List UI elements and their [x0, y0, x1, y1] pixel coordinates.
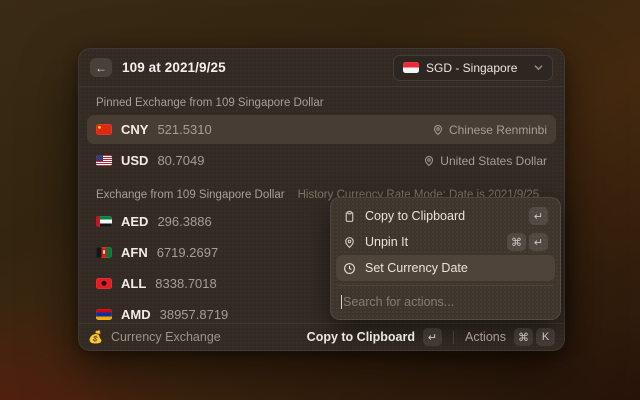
k-key-badge: K — [536, 328, 555, 346]
china-flag-icon — [96, 124, 112, 135]
menu-item-set-currency-date[interactable]: Set Currency Date — [336, 255, 555, 281]
menu-item-label: Copy to Clipboard — [365, 209, 520, 223]
clipboard-icon — [343, 210, 356, 223]
singapore-flag-icon — [403, 62, 419, 73]
section-title: Pinned Exchange from 109 Singapore Dolla… — [96, 97, 324, 109]
menu-item-copy-to-clipboard[interactable]: Copy to Clipboard ↵ — [336, 203, 555, 229]
menu-divider — [338, 285, 553, 286]
currency-value: 6719.2697 — [157, 245, 218, 260]
footer-separator — [453, 331, 454, 344]
shortcut-keys: ⌘ ↵ — [507, 233, 548, 251]
row-accessory: Chinese Renminbi — [432, 123, 547, 137]
clock-icon — [343, 262, 356, 275]
list-item-cny[interactable]: CNY 521.5310 Chinese Renminbi — [87, 115, 556, 144]
currency-value: 8338.7018 — [155, 276, 216, 291]
currency-exchange-app-icon: 💰 — [88, 331, 103, 343]
enter-key-badge: ↵ — [529, 233, 548, 251]
actions-search[interactable] — [336, 290, 555, 314]
currency-code: USD — [121, 153, 148, 168]
currency-code: CNY — [121, 122, 148, 137]
back-button[interactable]: ← — [90, 58, 112, 77]
currency-value: 521.5310 — [157, 122, 211, 137]
footer-primary-action[interactable]: Copy to Clipboard — [307, 330, 415, 344]
raycast-window: ← 109 at 2021/9/25 SGD - Singapore Pinne… — [78, 48, 565, 351]
currency-code: ALL — [121, 276, 146, 291]
footer: 💰 Currency Exchange Copy to Clipboard ↵ … — [79, 323, 564, 350]
chevron-down-icon — [534, 63, 543, 72]
united-states-flag-icon — [96, 155, 112, 166]
section-title: Exchange from 109 Singapore Dollar — [96, 189, 285, 201]
text-caret — [341, 295, 342, 309]
pin-icon — [343, 236, 356, 249]
united-arab-emirates-flag-icon — [96, 216, 112, 227]
actions-panel: Copy to Clipboard ↵ Unpin It ⌘ ↵ Set Cur… — [330, 197, 561, 320]
enter-key-badge: ↵ — [529, 207, 548, 225]
armenia-flag-icon — [96, 309, 112, 320]
back-arrow-icon: ← — [95, 61, 107, 75]
page-title: 109 at 2021/9/25 — [122, 60, 226, 75]
actions-button[interactable]: Actions — [465, 330, 506, 344]
currency-value: 38957.8719 — [160, 307, 229, 322]
menu-item-label: Set Currency Date — [365, 261, 548, 275]
menu-item-unpin-it[interactable]: Unpin It ⌘ ↵ — [336, 229, 555, 255]
menu-item-label: Unpin It — [365, 235, 498, 249]
app-name: Currency Exchange — [111, 330, 299, 344]
currency-dropdown[interactable]: SGD - Singapore — [393, 55, 553, 81]
enter-key-badge: ↵ — [423, 328, 442, 346]
currency-name: Chinese Renminbi — [449, 123, 547, 137]
currency-value: 80.7049 — [157, 153, 204, 168]
currency-code: AFN — [121, 245, 148, 260]
albania-flag-icon — [96, 278, 112, 289]
dropdown-selected-value: SGD - Singapore — [426, 61, 527, 75]
command-key-badge: ⌘ — [507, 233, 526, 251]
currency-name: United States Dollar — [440, 154, 547, 168]
command-key-badge: ⌘ — [514, 328, 533, 346]
currency-code: AED — [121, 214, 148, 229]
section-header-pinned: Pinned Exchange from 109 Singapore Dolla… — [87, 93, 556, 115]
pin-icon — [432, 124, 444, 136]
actions-search-input[interactable] — [343, 295, 550, 309]
afghanistan-flag-icon — [96, 247, 112, 258]
header: ← 109 at 2021/9/25 SGD - Singapore — [79, 49, 564, 87]
currency-value: 296.3886 — [157, 214, 211, 229]
currency-code: AMD — [121, 307, 151, 322]
pin-icon — [423, 155, 435, 167]
list-item-usd[interactable]: USD 80.7049 United States Dollar — [87, 146, 556, 175]
row-accessory: United States Dollar — [423, 154, 547, 168]
actions-shortcut-keys: ⌘ K — [514, 328, 555, 346]
